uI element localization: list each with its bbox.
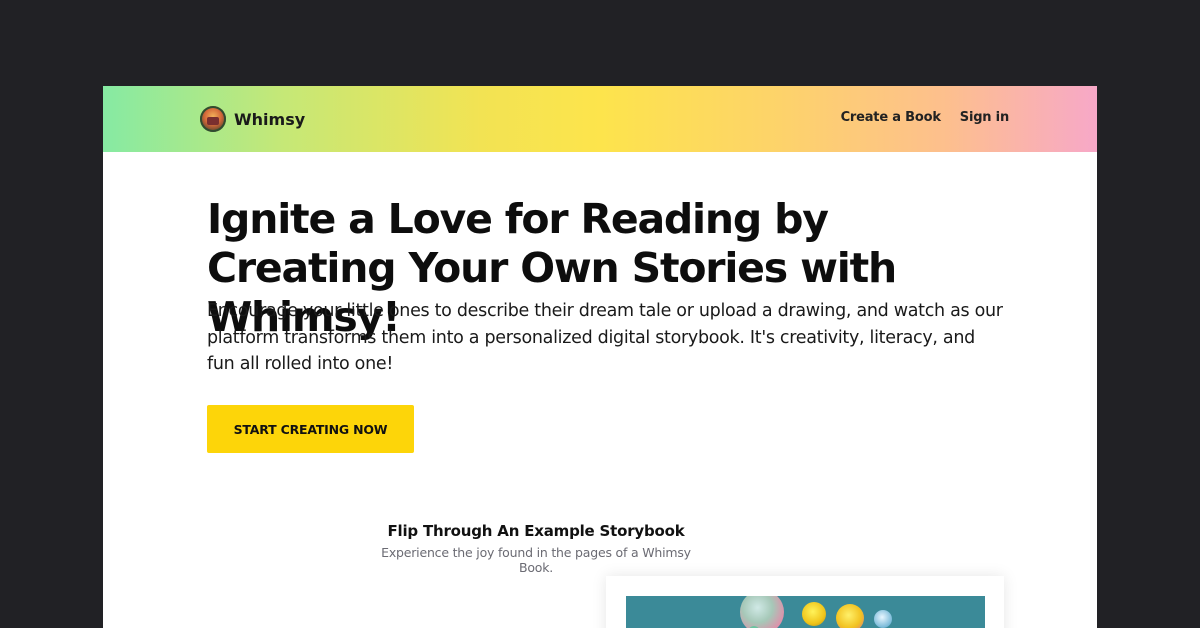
nav-create-a-book[interactable]: Create a Book — [841, 110, 941, 125]
brand-link[interactable]: Whimsy — [200, 106, 305, 132]
example-section-title: Flip Through An Example Storybook — [387, 522, 685, 540]
page-viewport: Whimsy Create a Book Sign in Ignite a Lo… — [103, 86, 1097, 628]
nav-sign-in[interactable]: Sign in — [960, 110, 1009, 125]
example-storybook[interactable] — [606, 576, 1004, 628]
bubble-illustration — [802, 602, 826, 626]
bubble-illustration — [836, 604, 864, 628]
whimsy-logo-icon — [200, 106, 226, 132]
start-creating-button[interactable]: START CREATING NOW — [207, 405, 414, 453]
main-nav: Create a Book Sign in — [841, 110, 1010, 125]
bubble-illustration — [740, 596, 784, 628]
site-header: Whimsy Create a Book Sign in — [103, 86, 1097, 152]
brand-name: Whimsy — [234, 109, 306, 129]
bubble-illustration — [874, 610, 892, 628]
storybook-page-illustration — [626, 596, 985, 628]
example-section-subtitle: Experience the joy found in the pages of… — [381, 545, 691, 575]
hero-subtitle: Encourage your little ones to describe t… — [207, 301, 1003, 374]
